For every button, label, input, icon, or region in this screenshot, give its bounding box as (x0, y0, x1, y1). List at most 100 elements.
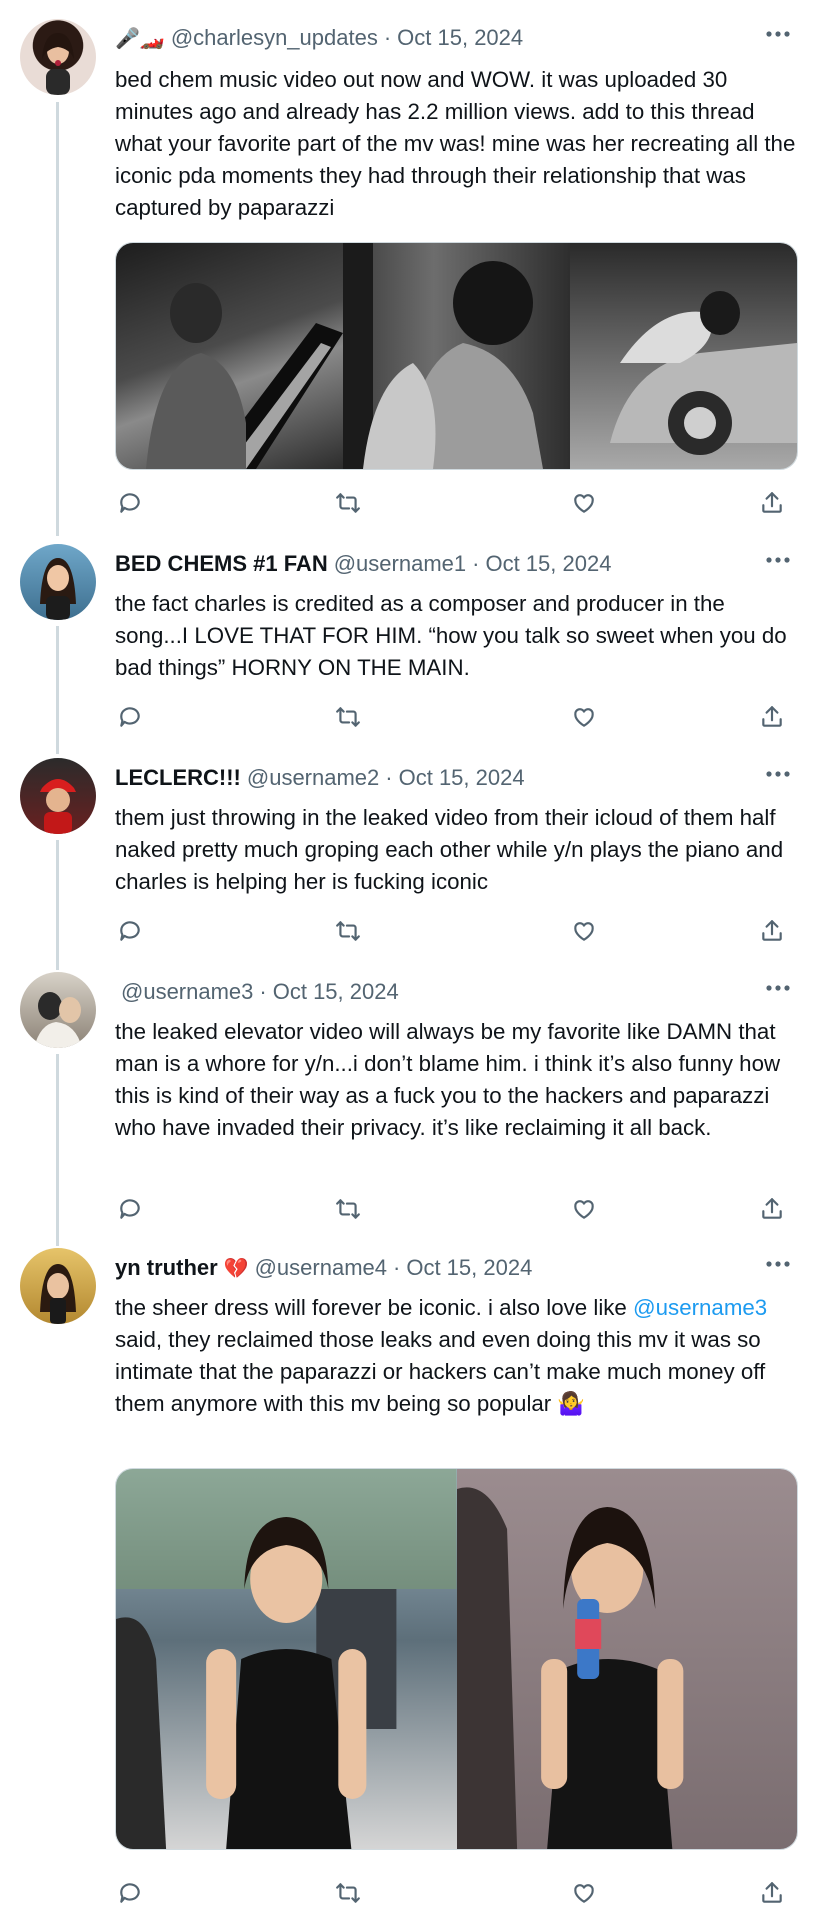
tweet-text: the sheer dress will forever be iconic. … (115, 1292, 799, 1420)
share-button[interactable] (757, 488, 787, 518)
retweet-button[interactable] (333, 1194, 363, 1224)
tweet[interactable]: 🎤🏎️ @charlesyn_updates · Oct 15, 2024 be… (0, 0, 815, 530)
user-handle[interactable]: @charlesyn_updates (171, 25, 378, 51)
separator-dot: · (259, 979, 267, 1004)
media-photo[interactable] (456, 1469, 797, 1849)
reply-button[interactable] (115, 702, 145, 732)
retweet-icon (336, 1199, 360, 1219)
tweet-date[interactable]: Oct 15, 2024 (399, 765, 525, 791)
share-icon (762, 920, 782, 941)
tweet-text: the leaked elevator video will always be… (115, 1019, 781, 1140)
reply-button[interactable] (115, 916, 145, 946)
separator-dot: · (472, 551, 480, 576)
car-icon (610, 291, 797, 455)
share-button[interactable] (757, 1878, 787, 1908)
tweet-date[interactable]: Oct 15, 2024 (397, 25, 523, 51)
piano-icon (146, 283, 343, 469)
like-button[interactable] (569, 916, 599, 946)
retweet-button[interactable] (333, 1878, 363, 1908)
tweet-date[interactable]: Oct 15, 2024 (273, 979, 399, 1005)
tweet-text-part: the sheer dress will forever be iconic. … (115, 1295, 634, 1320)
black-dress-photo-icon (456, 1487, 683, 1849)
avatar[interactable] (20, 972, 96, 1048)
media-photo[interactable] (116, 243, 343, 469)
tweet-header: BED CHEMS #1 FAN @username1 · Oct 15, 20… (115, 548, 765, 580)
avatar[interactable] (20, 19, 96, 95)
tweet-header: @username3 · Oct 15, 2024 (115, 976, 765, 1008)
more-icon (766, 771, 790, 777)
avatar[interactable] (20, 758, 96, 834)
share-icon (762, 706, 782, 727)
tweet[interactable]: yn truther 💔 @username4 · Oct 15, 2024 t… (0, 1236, 815, 1920)
avatar[interactable] (20, 544, 96, 620)
share-button[interactable] (757, 916, 787, 946)
tweet-actions (115, 1194, 787, 1224)
tweet-text-part: said, they reclaimed those leaks and eve… (115, 1327, 766, 1416)
retweet-icon (336, 493, 360, 513)
more-icon (766, 31, 790, 37)
more-icon (766, 557, 790, 563)
more-options-button[interactable] (763, 1254, 793, 1274)
separator-dot: · (393, 1255, 401, 1280)
user-handle[interactable]: @username3 (121, 979, 253, 1005)
tweet-media[interactable] (115, 242, 798, 470)
media-photo[interactable] (116, 1469, 457, 1849)
separator-dot: · (385, 765, 393, 790)
reply-button[interactable] (115, 1878, 145, 1908)
more-options-button[interactable] (763, 550, 793, 570)
tweet[interactable]: LECLERC!!! @username2 · Oct 15, 2024 the… (0, 744, 815, 958)
tweet-date[interactable]: Oct 15, 2024 (485, 551, 611, 577)
like-button[interactable] (569, 488, 599, 518)
more-options-button[interactable] (763, 978, 793, 998)
avatar-portrait-icon (40, 1264, 76, 1324)
more-options-button[interactable] (763, 764, 793, 784)
tweet-header: LECLERC!!! @username2 · Oct 15, 2024 (115, 762, 765, 794)
avatar-portrait-icon (42, 33, 74, 95)
tweet-actions (115, 1878, 787, 1908)
tweet-text: the fact charles is credited as a compos… (115, 591, 787, 680)
tweet[interactable]: @username3 · Oct 15, 2024 the leaked ele… (0, 958, 815, 1236)
retweet-icon (336, 921, 360, 941)
more-options-button[interactable] (763, 24, 793, 44)
user-handle[interactable]: @username1 (334, 551, 466, 577)
tweet-media[interactable] (115, 1468, 798, 1850)
media-photo[interactable] (343, 243, 570, 469)
heart-icon (574, 1884, 594, 1903)
name-emoji: 💔 (223, 1257, 249, 1280)
share-icon (762, 1198, 782, 1219)
more-icon (766, 1261, 790, 1267)
media-photo[interactable] (570, 243, 797, 469)
mention-link[interactable]: @username3 (633, 1295, 767, 1320)
heart-icon (574, 494, 594, 513)
like-button[interactable] (569, 1194, 599, 1224)
like-button[interactable] (569, 1878, 599, 1908)
heart-icon (574, 1200, 594, 1219)
tweet[interactable]: BED CHEMS #1 FAN @username1 · Oct 15, 20… (0, 530, 815, 744)
tweet-date[interactable]: Oct 15, 2024 (406, 1255, 532, 1281)
like-button[interactable] (569, 702, 599, 732)
display-name[interactable]: BED CHEMS #1 FAN (115, 551, 328, 577)
embrace-icon (343, 243, 543, 469)
user-handle[interactable]: @username2 (247, 765, 379, 791)
retweet-button[interactable] (333, 916, 363, 946)
avatar-portrait-icon (40, 779, 76, 834)
reply-icon (120, 1199, 140, 1219)
retweet-icon (336, 1883, 360, 1903)
share-button[interactable] (757, 702, 787, 732)
retweet-button[interactable] (333, 702, 363, 732)
share-icon (762, 492, 782, 513)
reply-icon (120, 1883, 140, 1903)
display-name[interactable]: LECLERC!!! (115, 765, 241, 791)
tweet-actions (115, 488, 787, 518)
separator-dot: · (383, 25, 392, 50)
share-button[interactable] (757, 1194, 787, 1224)
reply-button[interactable] (115, 488, 145, 518)
display-name[interactable]: yn truther (115, 1255, 218, 1281)
tweet-text: bed chem music video out now and WOW. it… (115, 67, 796, 220)
user-handle[interactable]: @username4 (255, 1255, 387, 1281)
avatar-portrait-icon (40, 558, 76, 620)
retweet-button[interactable] (333, 488, 363, 518)
reply-button[interactable] (115, 1194, 145, 1224)
avatar[interactable] (20, 1248, 96, 1324)
tweet-header: 🎤🏎️ @charlesyn_updates · Oct 15, 2024 (115, 22, 765, 54)
